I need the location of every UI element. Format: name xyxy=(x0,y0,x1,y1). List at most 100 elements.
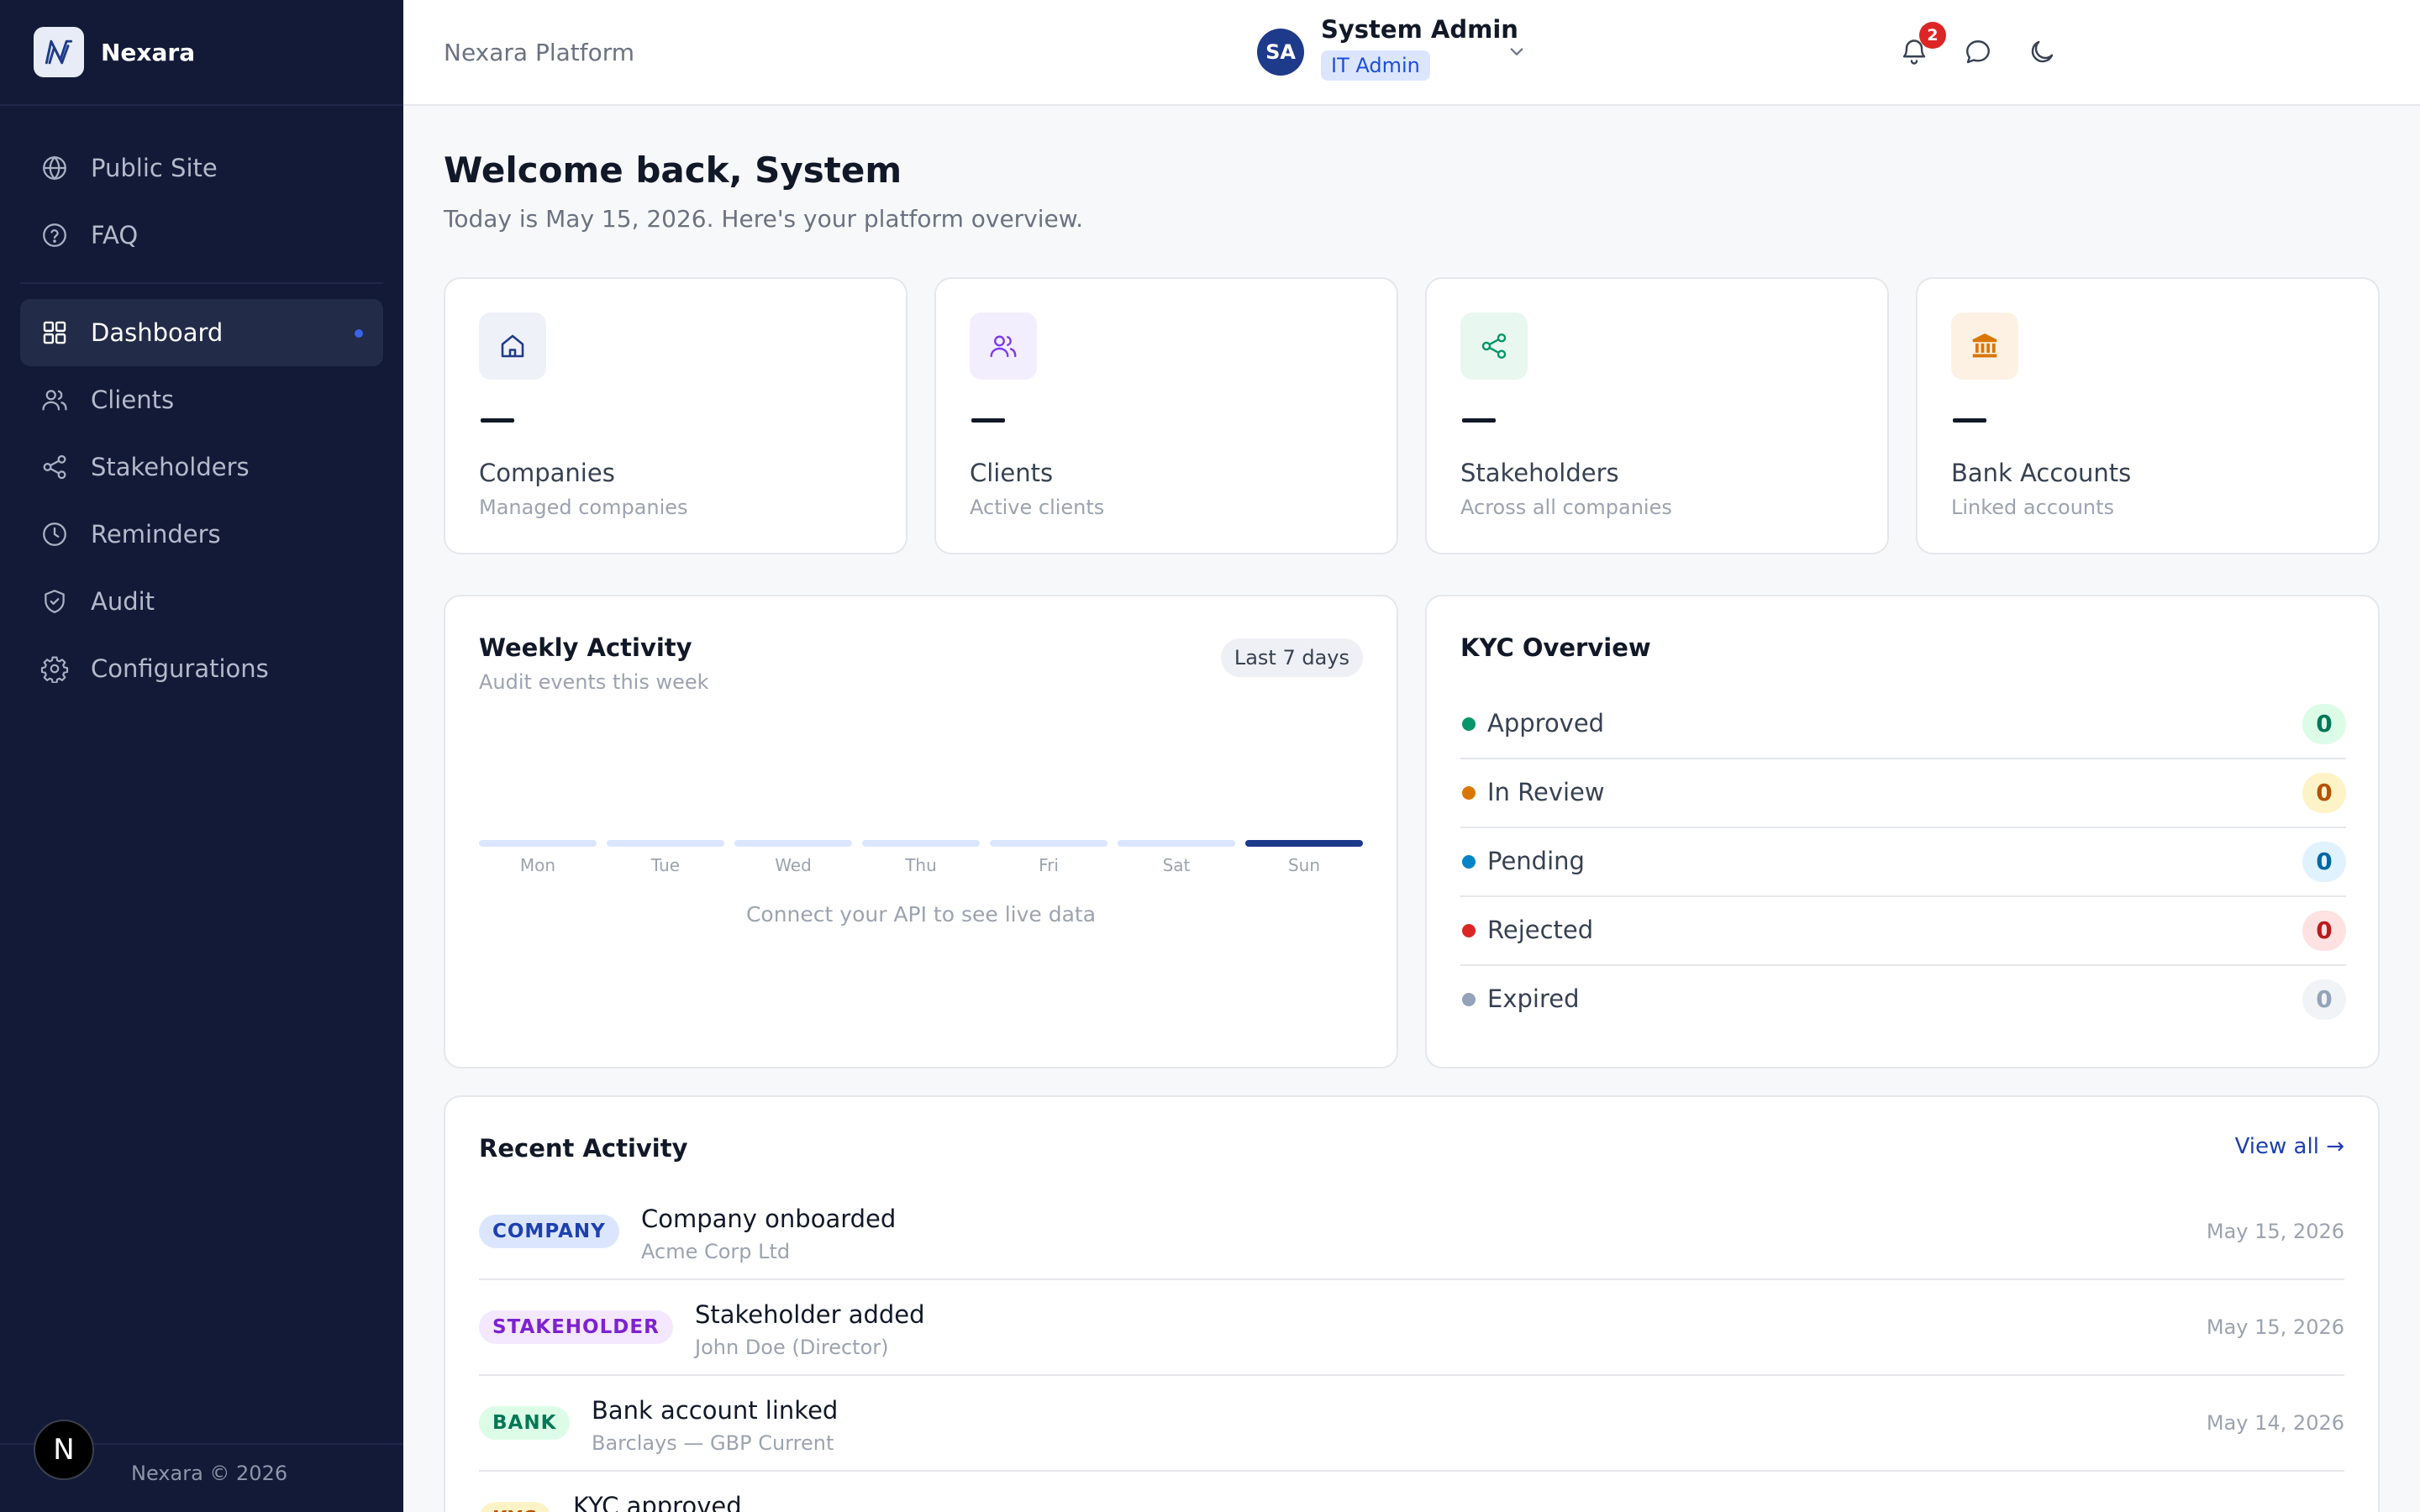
sidebar-top-nav: Public Site FAQ xyxy=(0,106,403,276)
activity-type-tag: KYC xyxy=(479,1502,551,1512)
sidebar-item-faq[interactable]: FAQ xyxy=(20,202,383,269)
activity-bar-thu xyxy=(862,840,980,847)
users-icon xyxy=(970,312,1037,380)
sidebar-item-reminders[interactable]: Reminders xyxy=(20,501,383,568)
view-all-link[interactable]: View all → xyxy=(2235,1134,2344,1159)
activity-type-tag: COMPANY xyxy=(479,1215,619,1248)
grid-icon xyxy=(40,318,69,347)
stat-value-placeholder xyxy=(971,418,1005,423)
date-range-pill[interactable]: Last 7 days xyxy=(1220,638,1363,677)
stat-label: Clients xyxy=(970,459,1054,487)
sidebar-item-label: FAQ xyxy=(91,221,139,249)
sidebar-item-stakeholders[interactable]: Stakeholders xyxy=(20,433,383,501)
kyc-status-label: Approved xyxy=(1487,709,1605,738)
activity-row[interactable]: BANK Bank account linked Barclays — GBP Cu… xyxy=(479,1376,2344,1472)
copyright-text: Nexara © 2026 xyxy=(131,1462,288,1485)
brand-name: Nexara xyxy=(101,38,196,66)
sidebar-item-audit[interactable]: Audit xyxy=(20,568,383,635)
activity-title: Stakeholder added xyxy=(695,1300,925,1329)
sidebar-item-configurations[interactable]: Configurations xyxy=(20,635,383,702)
kyc-count-badge: 0 xyxy=(2302,842,2346,882)
kyc-count-badge: 0 xyxy=(2302,979,2346,1020)
activity-type-tag: BANK xyxy=(479,1406,571,1440)
kyc-count-badge: 0 xyxy=(2302,704,2346,744)
kyc-row[interactable]: Expired 0 xyxy=(1460,966,2346,1035)
sidebar-divider xyxy=(20,282,383,284)
kyc-status-label: Expired xyxy=(1487,984,1580,1013)
recent-activity-card: Recent Activity View all → COMPANY Compan… xyxy=(444,1095,2380,1512)
kyc-row[interactable]: Approved 0 xyxy=(1460,690,2346,759)
activity-row[interactable]: KYC KYC approved xyxy=(479,1472,2344,1512)
day-label: Wed xyxy=(775,855,812,875)
active-indicator xyxy=(355,329,363,338)
status-dot xyxy=(1462,717,1476,731)
kyc-status-label: Pending xyxy=(1487,847,1585,875)
home-icon xyxy=(479,312,546,380)
stat-value-placeholder xyxy=(481,418,514,423)
user-name: System Admin xyxy=(1321,15,1518,44)
sidebar-item-clients[interactable]: Clients xyxy=(20,366,383,433)
notification-count-badge: 2 xyxy=(1919,22,1946,49)
kyc-row[interactable]: In Review 0 xyxy=(1460,759,2346,828)
globe-icon xyxy=(40,154,69,182)
stat-description: Active clients xyxy=(970,496,1105,519)
stat-card-clients[interactable]: Clients Active clients xyxy=(934,277,1398,554)
sidebar-item-label: Audit xyxy=(91,587,155,616)
activity-row[interactable]: COMPANY Company onboarded Acme Corp Ltd May… xyxy=(479,1184,2344,1280)
stat-card-companies[interactable]: Companies Managed companies xyxy=(444,277,908,554)
kyc-status-label: Rejected xyxy=(1487,916,1594,944)
chevron-down-icon[interactable] xyxy=(1504,39,1529,64)
user-avatar[interactable]: SA xyxy=(1257,29,1304,76)
activity-title: KYC approved xyxy=(573,1492,742,1512)
gear-icon xyxy=(40,654,69,683)
stat-value-placeholder xyxy=(1462,418,1496,423)
kyc-count-badge: 0 xyxy=(2302,911,2346,951)
sidebar-item-public-site[interactable]: Public Site xyxy=(20,134,383,202)
activity-title: Company onboarded xyxy=(641,1205,897,1233)
activity-detail: John Doe (Director) xyxy=(695,1336,889,1359)
activity-date: May 15, 2026 xyxy=(2206,1220,2344,1243)
chat-bubble-icon[interactable] xyxy=(1963,37,1993,67)
day-label: Fri xyxy=(1039,855,1059,875)
day-label: Mon xyxy=(519,855,556,875)
sidebar-item-label: Public Site xyxy=(91,154,218,182)
day-label: Tue xyxy=(650,855,681,875)
activity-date: May 15, 2026 xyxy=(2206,1315,2344,1339)
activity-detail: Barclays — GBP Current xyxy=(592,1431,834,1455)
status-dot xyxy=(1462,786,1476,800)
page-title: Welcome back, System xyxy=(444,150,902,191)
day-label: Thu xyxy=(905,855,937,875)
framework-badge-icon[interactable]: N xyxy=(34,1420,94,1480)
stat-label: Stakeholders xyxy=(1460,459,1619,487)
activity-row[interactable]: STAKEHOLDER Stakeholder added John Doe (Di… xyxy=(479,1280,2344,1376)
sidebar-item-label: Clients xyxy=(91,386,175,414)
card-subtitle: Audit events this week xyxy=(479,670,709,694)
help-circle-icon xyxy=(40,221,69,249)
nexara-logo-icon xyxy=(34,27,84,77)
page-subtitle: Today is May 15, 2026. Here's your platf… xyxy=(444,205,1083,233)
activity-bar-mon xyxy=(479,840,597,847)
sidebar-item-label: Reminders xyxy=(91,520,221,549)
card-title: Recent Activity xyxy=(479,1134,688,1163)
header-title: Nexara Platform xyxy=(444,39,635,66)
kyc-row[interactable]: Pending 0 xyxy=(1460,828,2346,897)
stat-label: Companies xyxy=(479,459,615,487)
kyc-row[interactable]: Rejected 0 xyxy=(1460,897,2346,966)
moon-icon[interactable] xyxy=(2027,37,2057,67)
weekly-activity-card: Weekly Activity Audit events this week L… xyxy=(444,595,1398,1068)
kyc-overview-card: KYC Overview Approved 0 In Review 0 Pending 0… xyxy=(1425,595,2380,1068)
sidebar-item-label: Dashboard xyxy=(91,318,224,347)
stat-card-bank-accounts[interactable]: Bank Accounts Linked accounts xyxy=(1916,277,2380,554)
activity-bars xyxy=(479,840,1365,848)
card-title: KYC Overview xyxy=(1460,633,1651,662)
stat-description: Linked accounts xyxy=(1951,496,2115,519)
stat-value-placeholder xyxy=(1953,418,1986,423)
bank-icon xyxy=(1951,312,2018,380)
share-icon xyxy=(1460,312,1528,380)
stat-card-stakeholders[interactable]: Stakeholders Across all companies xyxy=(1425,277,1889,554)
brand[interactable]: Nexara xyxy=(0,0,403,106)
activity-bar-fri xyxy=(990,840,1107,847)
activity-bar-sun xyxy=(1245,840,1363,847)
kyc-status-label: In Review xyxy=(1487,778,1605,806)
sidebar-item-dashboard[interactable]: Dashboard xyxy=(20,299,383,366)
